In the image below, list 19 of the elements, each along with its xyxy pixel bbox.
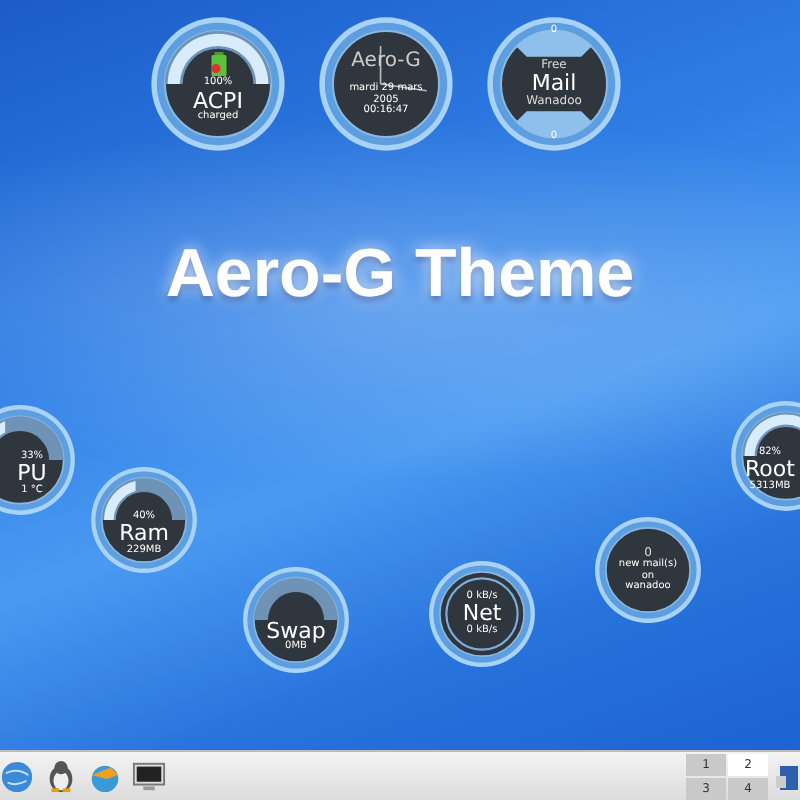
widget-title: Mail: [531, 72, 577, 96]
widget-title: PU: [17, 462, 47, 486]
widget-title: Ram: [119, 522, 169, 546]
widget-title: ACPI: [193, 89, 243, 113]
computer-icon[interactable]: [776, 760, 800, 792]
widget-title: Root: [745, 458, 795, 482]
widget-bezel: [595, 517, 701, 623]
widget-title: Swap: [266, 619, 326, 643]
penguin-icon[interactable]: [44, 759, 78, 793]
theme-title: Aero-G Theme: [165, 236, 635, 314]
widget-title: Net: [462, 602, 502, 626]
net-ring: [445, 577, 519, 651]
widget-bezel: [429, 561, 535, 667]
mail-band: [515, 29, 593, 57]
monitor-icon[interactable]: [132, 759, 166, 793]
globe-icon[interactable]: [0, 759, 34, 793]
mail-band: [515, 111, 593, 139]
gauge-track: [253, 577, 339, 620]
widget-bezel: [319, 17, 453, 151]
